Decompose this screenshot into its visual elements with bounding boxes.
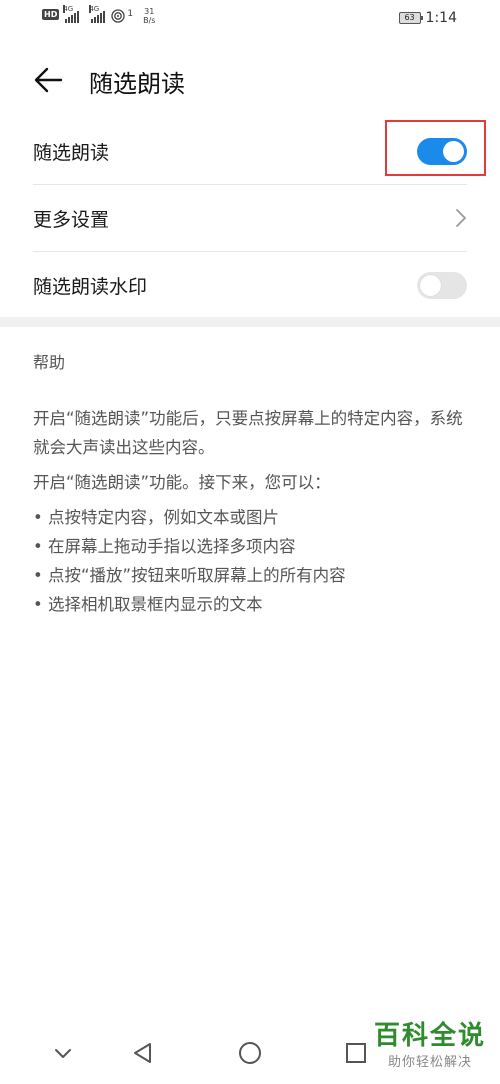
home-circle-icon[interactable] xyxy=(237,1040,263,1066)
status-bar: HD 4G 4G 1 31 B/s 63 1:14 xyxy=(0,0,500,40)
toggle-knob xyxy=(420,274,441,296)
battery-icon: 63 xyxy=(398,12,423,24)
help-list: 点按特定内容，例如文本或图片 在屏幕上拖动手指以选择多项内容 点按“播放”按钮来… xyxy=(33,503,473,619)
help-paragraph: 开启“随选朗读”功能后，只要点按屏幕上的特定内容，系统就会大声读出这些内容。 xyxy=(33,409,463,457)
setting-row-watermark[interactable]: 随选朗读水印 xyxy=(33,252,467,318)
clock: 1:14 xyxy=(425,10,457,26)
watermark-logo: 百科全说 助你轻松解决 xyxy=(374,1021,486,1070)
battery-level: 63 xyxy=(404,13,415,22)
help-bullet: 选择相机取景框内显示的文本 xyxy=(33,590,473,619)
watermark-slogan: 助你轻松解决 xyxy=(387,1055,472,1070)
network-speed: 31 B/s xyxy=(143,7,155,25)
app-header: 随选朗读 xyxy=(0,54,500,106)
wifi-icon xyxy=(111,9,125,23)
arrow-left-icon[interactable] xyxy=(33,66,63,94)
watermark-toggle[interactable] xyxy=(417,271,467,299)
help-paragraph: 开启“随选朗读”功能。接下来，您可以： xyxy=(33,473,331,492)
watermark-brand: 百科全说 xyxy=(373,1021,486,1051)
network-type-label: 4G xyxy=(63,5,74,13)
network-type-label-2: 4G xyxy=(89,5,100,13)
speed-value: 31 xyxy=(144,7,155,16)
highlight-box xyxy=(385,120,486,176)
section-gap xyxy=(0,317,500,327)
help-bullet: 点按特定内容，例如文本或图片 xyxy=(33,503,473,532)
help-bullet: 点按“播放”按钮来听取屏幕上的所有内容 xyxy=(33,561,473,590)
help-bullet: 在屏幕上拖动手指以选择多项内容 xyxy=(33,532,473,561)
status-left: HD 4G 4G 1 31 B/s xyxy=(42,5,155,25)
recents-square-icon[interactable] xyxy=(343,1040,369,1066)
setting-row-more-settings[interactable]: 更多设置 xyxy=(33,185,467,251)
setting-label: 随选朗读水印 xyxy=(33,275,148,298)
setting-label: 随选朗读 xyxy=(33,141,110,164)
wifi-count: 1 xyxy=(127,9,134,19)
status-right: 63 1:14 xyxy=(398,10,457,26)
chevron-down-icon[interactable] xyxy=(50,1040,76,1066)
signal-icon-2: 4G xyxy=(89,5,106,23)
help-content: 开启“随选朗读”功能后，只要点按屏幕上的特定内容，系统就会大声读出这些内容。 开… xyxy=(33,404,473,619)
speed-unit: B/s xyxy=(143,16,156,25)
hd-badge: HD xyxy=(42,9,60,20)
signal-icon: 4G xyxy=(63,5,80,23)
chevron-right-icon xyxy=(456,209,466,227)
help-heading: 帮助 xyxy=(33,353,66,372)
setting-label: 更多设置 xyxy=(33,208,110,231)
back-triangle-icon[interactable] xyxy=(130,1040,156,1066)
page-title: 随选朗读 xyxy=(89,70,185,98)
